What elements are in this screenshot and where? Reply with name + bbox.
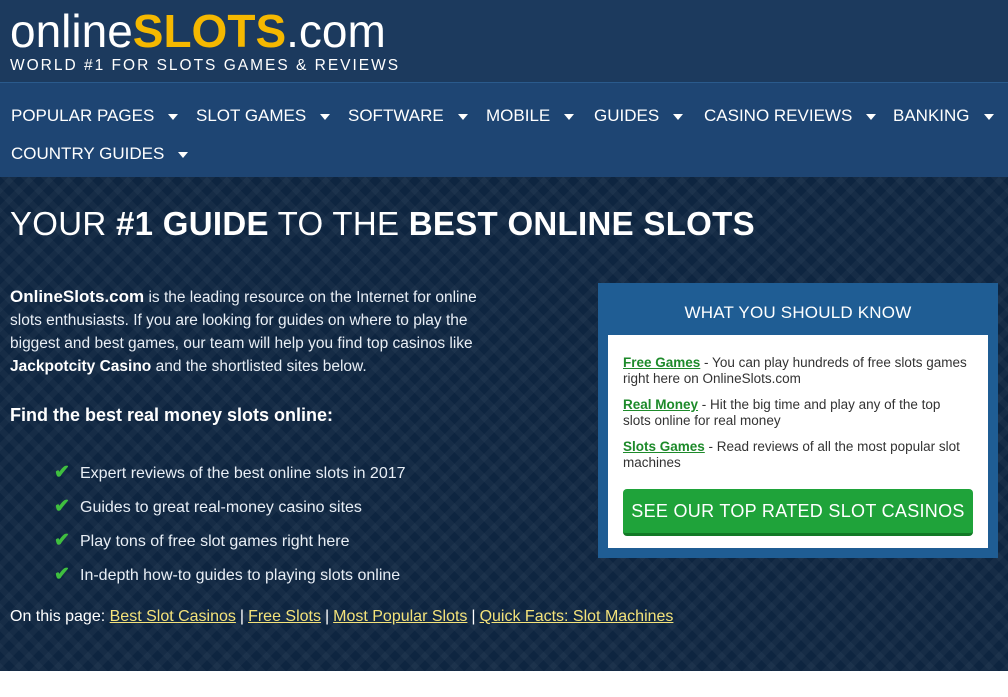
caret-down-icon — [983, 113, 994, 120]
on-page-label: On this page: — [10, 608, 110, 625]
check-icon: ✔ — [54, 496, 70, 517]
nav-item-label: CASINO REVIEWS — [704, 106, 853, 125]
nav-item-country-guides[interactable]: COUNTRY GUIDES — [11, 144, 189, 164]
link-separator: | — [324, 608, 330, 625]
find-heading: Find the best real money slots online: — [10, 405, 334, 425]
site-logo[interactable]: onlineSLOTS.com WORLD #1 FOR SLOTS GAMES… — [10, 8, 400, 75]
slots-games-link[interactable]: Slots Games — [623, 439, 705, 454]
nav-item-popular-pages[interactable]: POPULAR PAGES — [11, 106, 179, 126]
list-item: ✔ Play tons of free slot games right here — [54, 529, 406, 563]
feature-checklist: ✔ Expert reviews of the best online slots… — [54, 461, 406, 597]
logo-wordmark: onlineSLOTS.com — [10, 8, 400, 54]
link-best-slot-casinos[interactable]: Best Slot Casinos — [110, 608, 236, 625]
title-part-bold: #1 GUIDE — [116, 205, 269, 242]
panel-body: Free Games - You can play hundreds of fr… — [608, 335, 988, 548]
caret-down-icon — [564, 113, 575, 120]
intro-paragraph: OnlineSlots.com is the leading resource … — [10, 285, 500, 378]
list-item-text: Expert reviews of the best online slots … — [80, 465, 406, 482]
logo-dot: . — [286, 5, 299, 57]
title-part: YOUR — [10, 205, 117, 242]
intro-casino: Jackpotcity Casino — [10, 358, 152, 375]
list-item-text: In-depth how-to guides to playing slots … — [80, 567, 401, 584]
nav-item-guides[interactable]: GUIDES — [594, 106, 684, 126]
caret-down-icon — [457, 113, 468, 120]
know-item-slots-games: Slots Games - Read reviews of all the mo… — [623, 439, 968, 471]
main-nav: POPULAR PAGES SLOT GAMES SOFTWARE MOBILE… — [0, 82, 1008, 177]
link-separator: | — [471, 608, 476, 625]
caret-down-icon — [673, 113, 684, 120]
free-games-link[interactable]: Free Games — [623, 355, 700, 370]
nav-item-label: GUIDES — [594, 106, 660, 125]
on-page-links: On this page: Best Slot Casinos | Free Slo… — [10, 608, 673, 626]
what-you-should-know-panel: WHAT YOU SHOULD KNOW Free Games - You ca… — [598, 283, 998, 558]
intro-brand: OnlineSlots.com — [10, 287, 145, 306]
link-quick-facts[interactable]: Quick Facts: Slot Machines — [480, 608, 674, 625]
nav-item-casino-reviews[interactable]: CASINO REVIEWS — [704, 106, 877, 126]
panel-title: WHAT YOU SHOULD KNOW — [684, 303, 912, 322]
caret-down-icon — [320, 113, 331, 120]
check-icon: ✔ — [54, 530, 70, 551]
link-free-slots[interactable]: Free Slots — [248, 608, 321, 625]
link-most-popular-slots[interactable]: Most Popular Slots — [333, 608, 467, 625]
site-header: onlineSLOTS.com WORLD #1 FOR SLOTS GAMES… — [0, 0, 1008, 82]
nav-item-banking[interactable]: BANKING — [893, 106, 994, 126]
nav-item-slot-games[interactable]: SLOT GAMES — [196, 106, 331, 126]
check-icon: ✔ — [54, 564, 70, 585]
nav-item-label: BANKING — [893, 106, 970, 125]
page-bottom — [0, 671, 1008, 697]
title-part: TO THE — [268, 205, 409, 242]
list-item: ✔ Expert reviews of the best online slots… — [54, 461, 406, 495]
know-item-free-games: Free Games - You can play hundreds of fr… — [623, 355, 968, 387]
title-part-bold: BEST ONLINE SLOTS — [408, 205, 755, 242]
nav-item-label: SOFTWARE — [348, 106, 444, 125]
list-item: ✔ In-depth how-to guides to playing slots… — [54, 563, 406, 597]
nav-item-software[interactable]: SOFTWARE — [348, 106, 468, 126]
link-separator: | — [239, 608, 245, 625]
logo-tagline: WORLD #1 FOR SLOTS GAMES & REVIEWS — [10, 57, 401, 74]
real-money-link[interactable]: Real Money — [623, 397, 698, 412]
know-item-real-money: Real Money - Hit the big time and play a… — [623, 397, 968, 429]
nav-item-mobile[interactable]: MOBILE — [486, 106, 575, 126]
logo-online: online — [10, 5, 133, 57]
caret-down-icon — [178, 151, 189, 158]
nav-item-label: SLOT GAMES — [196, 106, 307, 125]
list-item-text: Play tons of free slot games right here — [80, 533, 350, 550]
page-title: YOUR #1 GUIDE TO THE BEST ONLINE SLOTS — [10, 205, 755, 243]
hero-section: YOUR #1 GUIDE TO THE BEST ONLINE SLOTS O… — [0, 177, 1008, 671]
caret-down-icon — [866, 113, 877, 120]
logo-slots: SLOTS — [132, 5, 287, 57]
nav-item-label: MOBILE — [486, 106, 551, 125]
check-icon: ✔ — [54, 462, 70, 483]
top-rated-casinos-button[interactable]: SEE OUR TOP RATED SLOT CASINOS — [623, 489, 973, 536]
intro-text: and the shortlisted sites below. — [151, 358, 367, 375]
nav-item-label: POPULAR PAGES — [11, 106, 155, 125]
caret-down-icon — [168, 113, 179, 120]
logo-com: com — [298, 5, 386, 57]
nav-item-label: COUNTRY GUIDES — [11, 144, 165, 163]
list-item: ✔ Guides to great real-money casino sites — [54, 495, 406, 529]
list-item-text: Guides to great real-money casino sites — [80, 499, 362, 516]
